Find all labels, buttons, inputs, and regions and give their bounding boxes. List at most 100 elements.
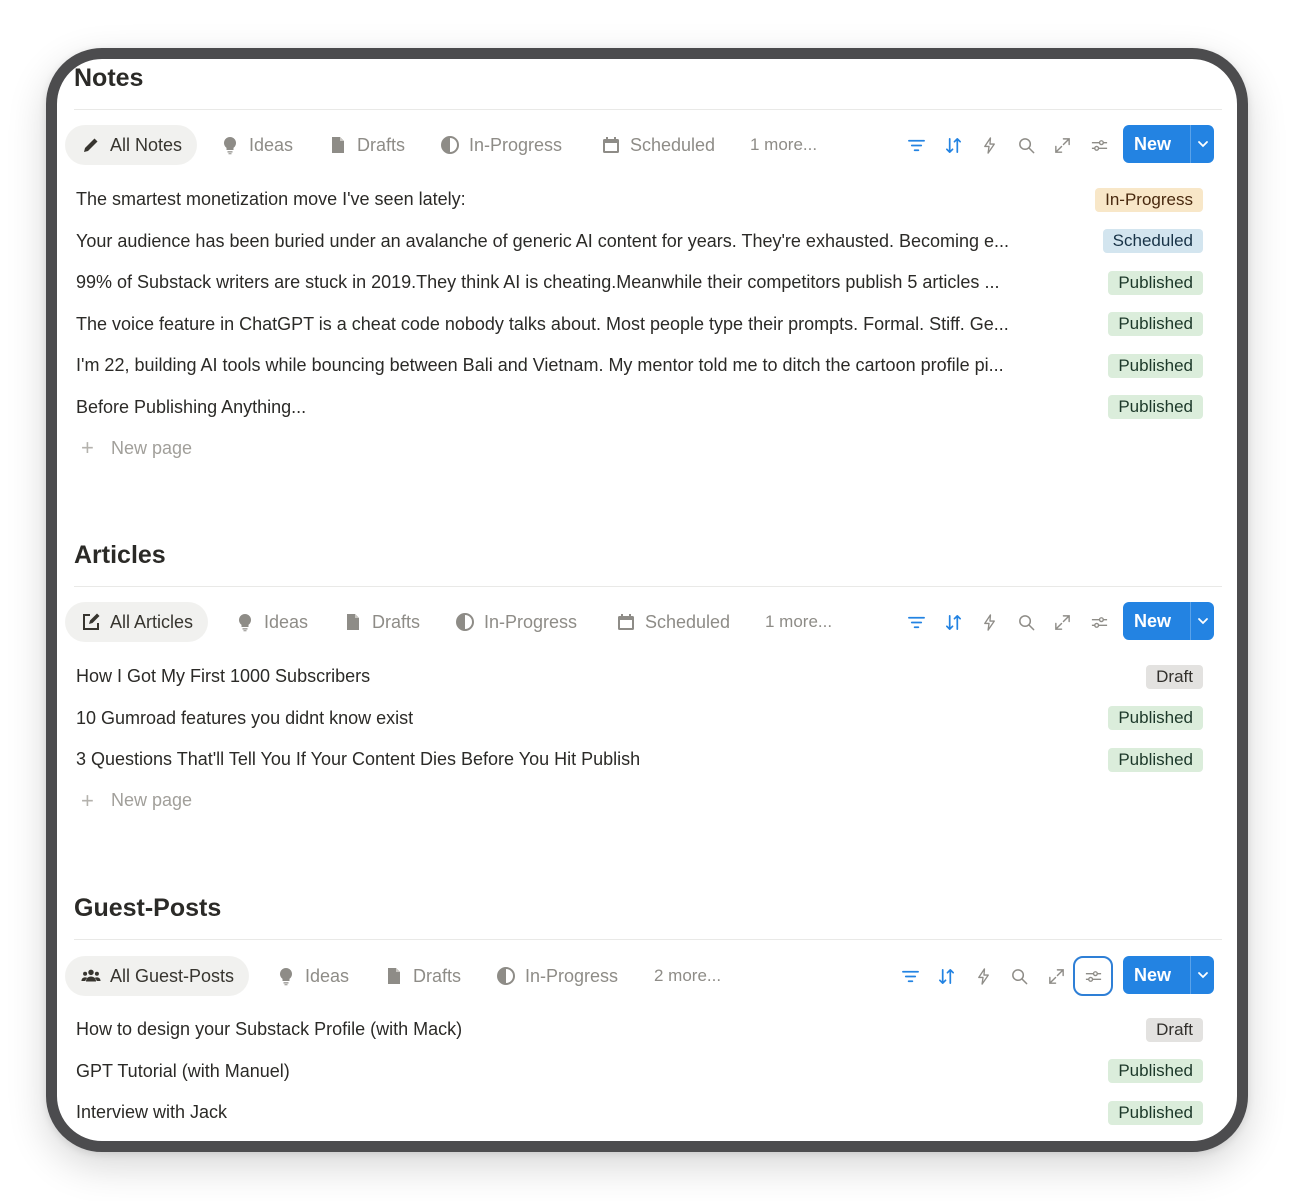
status-badge: Published [1108, 747, 1203, 772]
device-frame: Notes All Notes Ideas Drafts In-Progress… [46, 48, 1248, 1152]
table-row[interactable]: The smartest monetization move I've seen… [57, 179, 1237, 221]
tab-drafts[interactable]: Drafts [327, 125, 405, 165]
tab-label: Scheduled [630, 134, 716, 155]
search-icon[interactable] [1006, 962, 1034, 990]
settings-sliders-icon[interactable] [1085, 131, 1113, 159]
tab-in-progress[interactable]: In-Progress [495, 956, 618, 996]
tab-all-notes[interactable]: All Notes [65, 125, 198, 165]
row-title: How I Got My First 1000 Subscribers [76, 666, 371, 687]
tab-drafts[interactable]: Drafts [383, 956, 461, 996]
row-title: The smartest monetization move I've seen… [76, 189, 466, 210]
new-button-label: New [1134, 133, 1172, 154]
row-title: The voice feature in ChatGPT is a cheat … [76, 313, 1009, 334]
document-icon [342, 611, 364, 633]
people-icon [80, 965, 102, 987]
half-circle-icon [495, 965, 517, 987]
divider [74, 586, 1222, 587]
chevron-down-icon[interactable] [1191, 968, 1214, 982]
view-tabs: All Articles Ideas Drafts In-Progress Sc… [57, 600, 1237, 644]
chevron-down-icon[interactable] [1191, 137, 1214, 151]
tab-label: Ideas [264, 611, 309, 632]
tab-more[interactable]: 1 more... [765, 602, 832, 642]
tab-label: Scheduled [645, 611, 731, 632]
table-row[interactable]: I'm 22, building AI tools while bouncing… [57, 345, 1237, 387]
plus-icon: + [81, 787, 94, 813]
tab-ideas[interactable]: Ideas [234, 602, 308, 642]
articles-list: How I Got My First 1000 Subscribers Draft… [57, 656, 1237, 821]
filter-icon[interactable] [903, 608, 931, 636]
search-icon[interactable] [1012, 131, 1040, 159]
tab-label: Ideas [305, 965, 350, 986]
status-badge: Published [1108, 706, 1203, 731]
table-row[interactable]: GPT Tutorial (with Manuel) Published [57, 1051, 1237, 1093]
lightbulb-icon [234, 611, 256, 633]
settings-sliders-icon[interactable] [1073, 956, 1113, 996]
calendar-icon [615, 611, 637, 633]
sort-icon[interactable] [939, 131, 967, 159]
tab-ideas[interactable]: Ideas [219, 125, 293, 165]
tab-more[interactable]: 2 more... [654, 956, 721, 996]
chevron-down-icon[interactable] [1191, 614, 1214, 628]
table-row[interactable]: How I Got My First 1000 Subscribers Draft [57, 656, 1237, 698]
row-title: Your audience has been buried under an a… [76, 230, 1010, 251]
table-row[interactable]: How to design your Substack Profile (wit… [57, 1009, 1237, 1051]
status-badge: Published [1108, 312, 1203, 337]
tab-in-progress[interactable]: In-Progress [454, 602, 577, 642]
half-circle-icon [454, 611, 476, 633]
table-row[interactable]: 3 Questions That'll Tell You If Your Con… [57, 739, 1237, 781]
half-circle-icon [439, 134, 461, 156]
lightning-icon[interactable] [969, 962, 997, 990]
row-title: How to design your Substack Profile (wit… [76, 1019, 463, 1040]
table-row[interactable]: The voice feature in ChatGPT is a cheat … [57, 304, 1237, 346]
new-button[interactable]: New [1123, 602, 1214, 640]
expand-icon[interactable] [1049, 131, 1077, 159]
lightning-icon[interactable] [976, 608, 1004, 636]
view-tabs: All Notes Ideas Drafts In-Progress Sched… [57, 123, 1237, 167]
table-row[interactable]: 99% of Substack writers are stuck in 201… [57, 262, 1237, 304]
tab-label: Drafts [357, 134, 406, 155]
plus-icon: + [81, 435, 94, 460]
filter-icon[interactable] [903, 131, 931, 159]
new-button-label: New [1134, 610, 1172, 631]
tab-all-articles[interactable]: All Articles [65, 602, 209, 642]
row-title: 10 Gumroad features you didnt know exist [76, 707, 414, 728]
expand-icon[interactable] [1042, 962, 1070, 990]
filter-icon[interactable] [896, 962, 924, 990]
view-toolbar [894, 123, 1113, 167]
tab-label: Drafts [413, 965, 462, 986]
tab-scheduled[interactable]: Scheduled [600, 125, 715, 165]
table-row[interactable]: Your audience has been buried under an a… [57, 221, 1237, 263]
new-button[interactable]: New [1123, 125, 1214, 163]
new-button[interactable]: New [1123, 956, 1214, 994]
lightning-icon[interactable] [976, 131, 1004, 159]
tab-label: In-Progress [469, 134, 563, 155]
table-row[interactable]: Before Publishing Anything... Published [57, 387, 1237, 429]
status-badge: Published [1108, 353, 1203, 378]
sort-icon[interactable] [939, 608, 967, 636]
new-page-button[interactable]: + New page [57, 781, 1237, 821]
sort-icon[interactable] [933, 962, 961, 990]
settings-sliders-icon[interactable] [1085, 608, 1113, 636]
divider [74, 109, 1222, 110]
document-icon [383, 965, 405, 987]
tab-scheduled[interactable]: Scheduled [615, 602, 730, 642]
table-row[interactable]: Interview with Jack Published [57, 1092, 1237, 1134]
row-title: Before Publishing Anything... [76, 396, 307, 417]
tab-label: All Guest-Posts [110, 965, 235, 986]
section-title: Guest-Posts [74, 894, 222, 922]
row-title: 3 Questions That'll Tell You If Your Con… [76, 749, 641, 770]
search-icon[interactable] [1012, 608, 1040, 636]
notion-page: Notes All Notes Ideas Drafts In-Progress… [57, 59, 1237, 1141]
status-badge: Published [1108, 1059, 1203, 1084]
lightbulb-icon [275, 965, 297, 987]
tab-more[interactable]: 1 more... [750, 125, 817, 165]
tab-ideas[interactable]: Ideas [275, 956, 349, 996]
tab-in-progress[interactable]: In-Progress [439, 125, 562, 165]
tab-all-guest-posts[interactable]: All Guest-Posts [65, 956, 250, 996]
expand-icon[interactable] [1049, 608, 1077, 636]
row-title: GPT Tutorial (with Manuel) [76, 1060, 290, 1081]
tab-drafts[interactable]: Drafts [342, 602, 420, 642]
guest-posts-list: How to design your Substack Profile (wit… [57, 1009, 1237, 1134]
new-page-button[interactable]: + New page [57, 428, 1237, 468]
table-row[interactable]: 10 Gumroad features you didnt know exist… [57, 698, 1237, 740]
